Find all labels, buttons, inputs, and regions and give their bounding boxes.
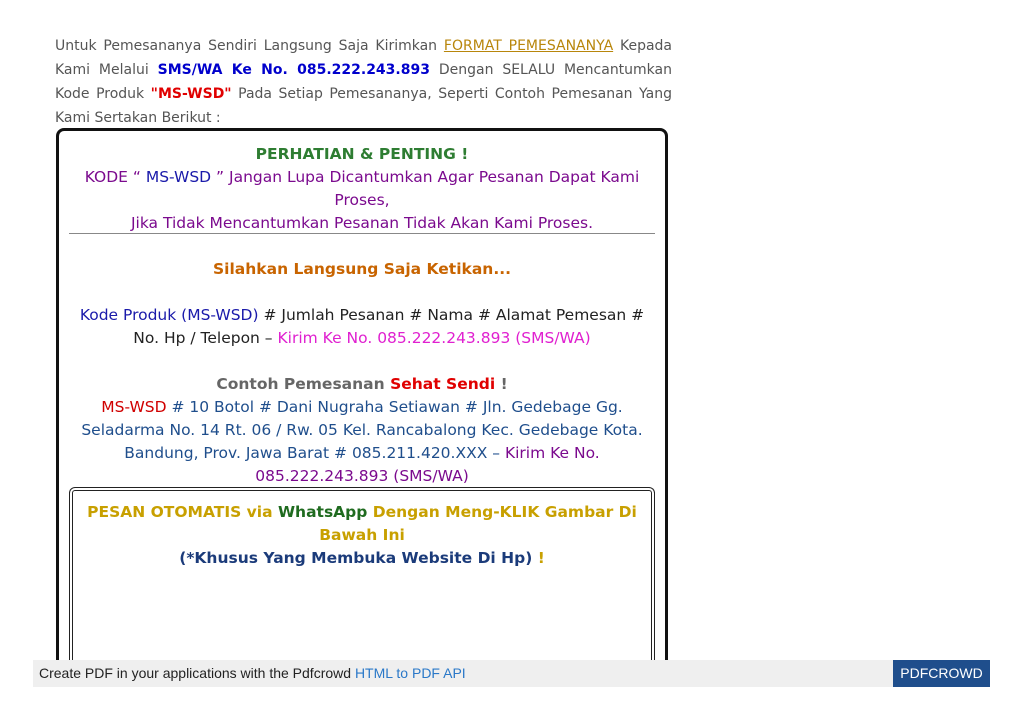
intro-paragraph: Untuk Pemesananya Sendiri Langsung Saja … [55, 34, 672, 130]
format-code: Kode Produk (MS-WSD) [79, 306, 259, 324]
footer-text: Create PDF in your applications with the… [39, 665, 466, 681]
order-info-box: PERHATIAN & PENTING ! KODE “ MS-WSD ” Ja… [56, 128, 668, 687]
footer-label: Create PDF in your applications with the… [39, 665, 355, 681]
format-pemesanan-link[interactable]: FORMAT PEMESANANYA [444, 38, 613, 54]
example-brand: Sehat Sendi [390, 375, 496, 393]
html-to-pdf-link[interactable]: HTML to PDF API [355, 665, 466, 681]
example-code: MS-WSD [101, 398, 167, 416]
example-line: MS-WSD # 10 Botol # Dani Nugraha Setiawa… [67, 396, 657, 488]
pesan-rest: Dengan Meng-KLIK Gambar Di Bawah Ini [319, 503, 637, 544]
divider [69, 233, 655, 234]
whatsapp-label: WhatsApp [277, 503, 368, 521]
kode-line-2: Jika Tidak Mencantumkan Pesanan Tidak Ak… [130, 214, 594, 232]
pdfcrowd-footer: Create PDF in your applications with the… [33, 660, 990, 687]
example-label: Contoh Pemesanan [216, 375, 391, 393]
silahkan-heading: Silahkan Langsung Saja Ketikan... [213, 260, 511, 278]
kode-code: MS-WSD [145, 168, 212, 186]
example-bang: ! [495, 375, 508, 393]
khusus-bang: ! [532, 549, 545, 567]
whatsapp-box: PESAN OTOMATIS via WhatsApp Dengan Meng-… [69, 487, 655, 687]
intro-text-1: Untuk Pemesananya Sendiri Langsung Saja … [55, 38, 444, 54]
whatsapp-section: PESAN OTOMATIS via WhatsApp Dengan Meng-… [81, 501, 643, 570]
example-section: Contoh Pemesanan Sehat Sendi ! MS-WSD # … [67, 373, 657, 488]
kode-line: KODE “ MS-WSD ” Jangan Lupa Dicantumkan … [67, 166, 657, 212]
kode-rest: ” Jangan Lupa Dicantumkan Agar Pesanan D… [211, 168, 640, 209]
khusus-text: (*Khusus Yang Membuka Website Di Hp) [179, 549, 533, 567]
kode-prefix: KODE “ [84, 168, 146, 186]
attention-section: PERHATIAN & PENTING ! KODE “ MS-WSD ” Ja… [67, 143, 657, 235]
product-code: "MS-WSD" [150, 86, 232, 102]
khusus-line: (*Khusus Yang Membuka Website Di Hp) ! [81, 547, 643, 570]
sms-number: SMS/WA Ke No. 085.222.243.893 [157, 62, 430, 78]
format-line: Kode Produk (MS-WSD) # Jumlah Pesanan # … [67, 304, 657, 350]
pdfcrowd-logo[interactable]: PDFCROWD [893, 660, 990, 687]
attention-heading: PERHATIAN & PENTING ! [255, 145, 469, 163]
format-section: Silahkan Langsung Saja Ketikan... Kode P… [67, 258, 657, 350]
pesan-label: PESAN OTOMATIS via [87, 503, 278, 521]
format-send: Kirim Ke No. 085.222.243.893 (SMS/WA) [277, 329, 591, 347]
whatsapp-heading: PESAN OTOMATIS via WhatsApp Dengan Meng-… [81, 501, 643, 547]
example-heading: Contoh Pemesanan Sehat Sendi ! [67, 373, 657, 396]
